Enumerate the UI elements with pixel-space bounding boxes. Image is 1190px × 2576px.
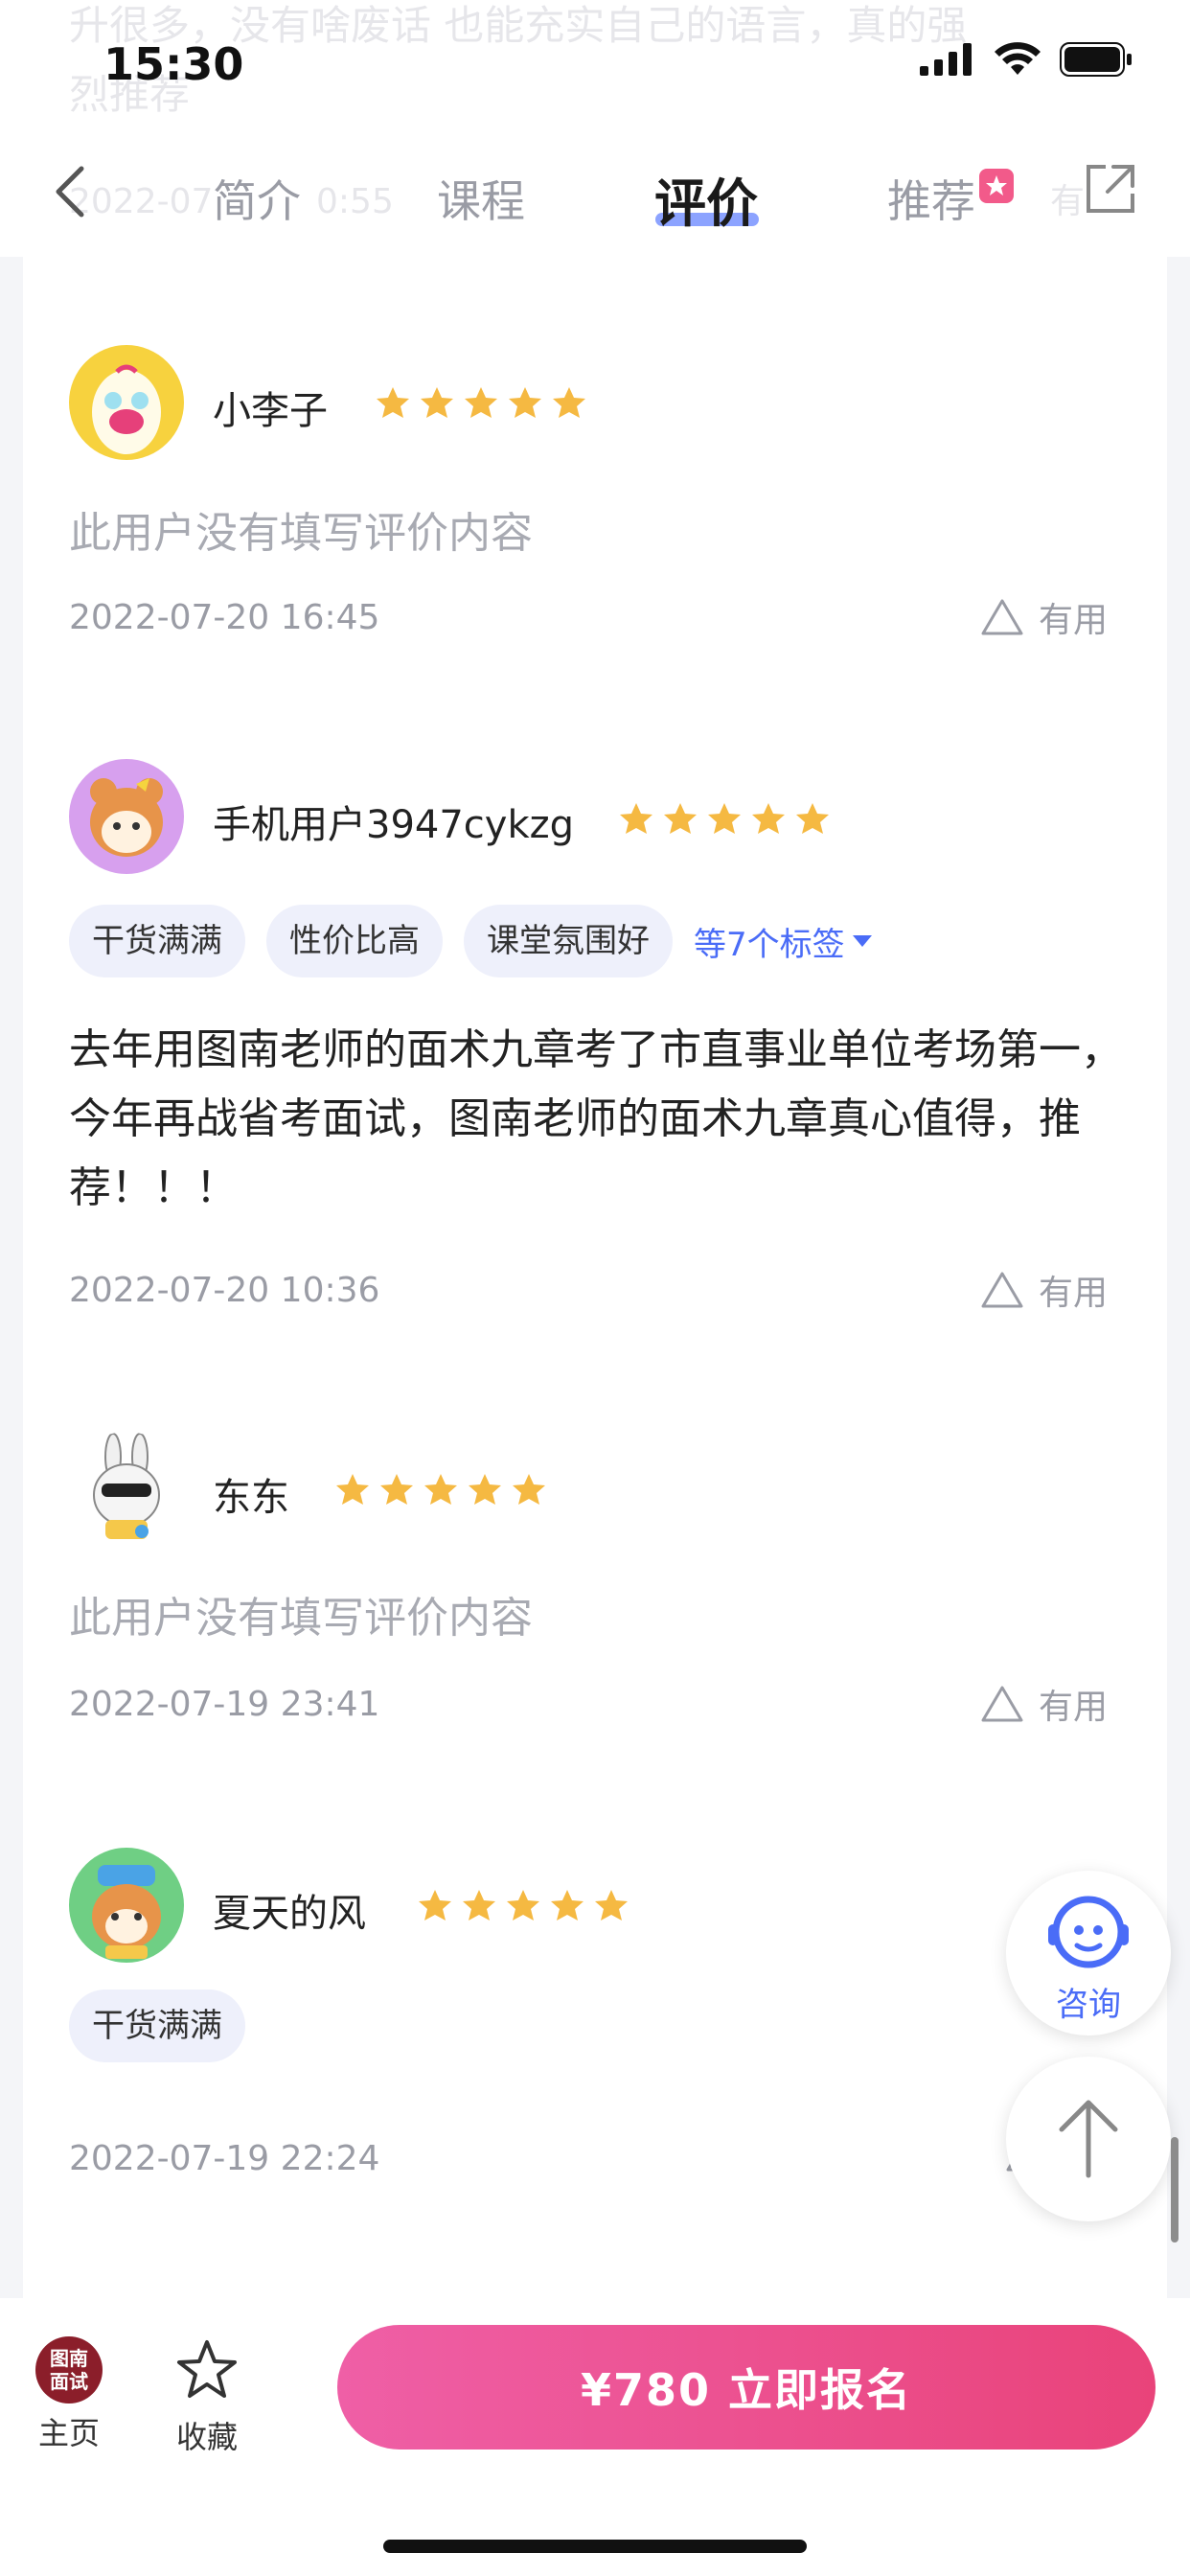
reviewer-name: 夏天的风 — [213, 1892, 366, 1936]
useful-button[interactable]: 有用 — [979, 1679, 1108, 1729]
reviewer-name: 东东 — [213, 1476, 289, 1520]
share-button[interactable] — [1083, 161, 1138, 220]
review-tag: 干货满满 — [69, 1990, 245, 2062]
tab-courses[interactable]: 课程 — [437, 167, 525, 230]
star-icon — [424, 1474, 457, 1505]
review-tag: 干货满满 — [69, 905, 245, 978]
review-date: 2022-07-19 23:41 — [69, 1685, 380, 1724]
logo-line1: 图南 — [50, 2347, 88, 2370]
share-icon — [1087, 165, 1134, 213]
reviewer-name: 手机用户3947cykzg — [213, 803, 575, 847]
review-tags: 干货满满 — [69, 1990, 245, 2062]
status-time: 15:30 — [103, 38, 244, 90]
star-icon — [336, 1474, 369, 1505]
status-icons — [920, 42, 1133, 77]
signal-icon — [920, 43, 972, 76]
star-icon — [469, 1474, 501, 1505]
favorite-nav[interactable]: 收藏 — [140, 2336, 274, 2457]
useful-label: 有用 — [1038, 601, 1108, 640]
battery-icon — [1060, 42, 1132, 77]
home-nav[interactable]: 图南 面试 主页 — [2, 2336, 136, 2453]
scrollbar[interactable] — [1171, 2137, 1179, 2242]
star-icon — [380, 1474, 413, 1505]
star-icon — [796, 803, 829, 834]
avatar[interactable] — [69, 345, 184, 460]
useful-label: 有用 — [1038, 1274, 1108, 1313]
reviewer-name: 小李子 — [213, 389, 328, 433]
review-tag: 课堂氛围好 — [464, 905, 673, 978]
review-tags: 干货满满 性价比高 课堂氛围好 等7个标签 — [69, 905, 874, 978]
star-rating — [376, 385, 586, 420]
consult-label: 咨询 — [1056, 1986, 1121, 2024]
star-icon — [419, 1890, 451, 1920]
review-date: 2022-07-20 10:36 — [69, 1271, 380, 1310]
review-text: 去年用图南老师的面术九章考了市直事业单位考场第一，今年再战省考面试，图南老师的面… — [69, 1025, 1123, 1212]
tab-recommend[interactable]: 推荐 — [887, 167, 975, 230]
avatar[interactable] — [69, 759, 184, 874]
consult-button[interactable]: 咨询 — [1006, 1871, 1171, 2036]
reviews-card: 小李子 此用户没有填写评价内容 2022-07-20 16:45 有用 手机用户… — [23, 257, 1167, 2298]
bottom-bar: 图南 面试 主页 收藏 ¥780 立即报名 — [0, 2298, 1190, 2576]
new-badge-icon — [979, 169, 1014, 203]
star-icon — [620, 803, 652, 834]
home-indicator — [383, 2540, 807, 2553]
arrow-up-icon — [1059, 2100, 1118, 2178]
enroll-button[interactable]: ¥780 立即报名 — [337, 2325, 1156, 2450]
warning-triangle-icon — [981, 1686, 1023, 1722]
star-icon — [551, 1890, 584, 1920]
favorite-label: 收藏 — [175, 2419, 238, 2455]
star-icon — [553, 387, 585, 418]
star-rating — [335, 1472, 546, 1506]
top-header: 升很多，没有啥废话 也能充实自己的语言，真的强 烈推荐 2022-07 0:55… — [0, 0, 1190, 257]
star-icon — [752, 803, 785, 834]
star-outline-icon — [177, 2340, 237, 2398]
avatar[interactable] — [69, 1432, 184, 1547]
avatar[interactable] — [69, 1848, 184, 1963]
star-icon — [465, 387, 497, 418]
star-icon — [509, 387, 541, 418]
warning-triangle-icon — [981, 599, 1023, 635]
brand-logo-icon: 图南 面试 — [35, 2336, 103, 2404]
review-text: 此用户没有填写评价内容 — [69, 509, 533, 558]
star-icon — [507, 1890, 539, 1920]
more-tags-link[interactable]: 等7个标签 — [694, 918, 874, 965]
more-tags-label: 等7个标签 — [694, 925, 845, 964]
caret-down-icon — [852, 935, 872, 947]
review-date: 2022-07-19 22:24 — [69, 2139, 380, 2178]
home-label: 主页 — [37, 2415, 100, 2451]
useful-button[interactable]: 有用 — [979, 592, 1108, 642]
logo-line2: 面试 — [50, 2370, 88, 2393]
useful-label: 有用 — [1038, 1688, 1108, 1727]
star-icon — [463, 1890, 495, 1920]
scroll-top-button[interactable] — [1006, 2057, 1171, 2221]
star-icon — [708, 803, 741, 834]
wifi-icon — [995, 42, 1041, 75]
tab-intro[interactable]: 简介 — [213, 167, 301, 230]
review-tag: 性价比高 — [266, 905, 443, 978]
useful-button[interactable]: 有用 — [979, 1265, 1108, 1315]
star-icon — [377, 387, 409, 418]
star-rating — [418, 1888, 629, 1922]
star-icon — [513, 1474, 545, 1505]
star-icon — [664, 803, 697, 834]
review-text: 此用户没有填写评价内容 — [69, 1594, 533, 1643]
customer-service-icon — [1048, 1896, 1129, 1968]
warning-triangle-icon — [981, 1272, 1023, 1308]
star-icon — [421, 387, 453, 418]
tab-reviews[interactable]: 评价 — [654, 161, 758, 237]
star-rating — [619, 801, 830, 836]
review-date: 2022-07-20 16:45 — [69, 598, 380, 637]
tab-bar: 简介 课程 评价 推荐 — [0, 153, 1190, 240]
star-icon — [595, 1890, 628, 1920]
